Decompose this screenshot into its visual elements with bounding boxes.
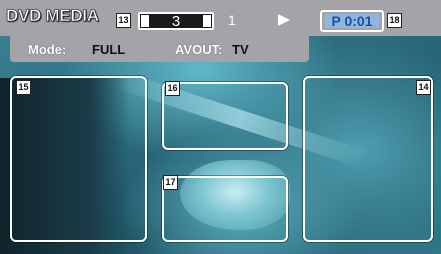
title-number: 3 <box>171 13 181 30</box>
time-prefix: P <box>331 13 341 29</box>
play-icon <box>278 14 290 26</box>
play-time-display[interactable]: P 0:01 <box>320 10 384 32</box>
chapter-number: 1 <box>228 12 236 28</box>
play-time-text: P 0:01 <box>325 14 379 28</box>
dvd-media-screen: DVD MEDIA 13 3 1 P 0:01 18 Mode: FULL AV… <box>0 0 441 254</box>
avout-value[interactable]: TV <box>232 42 249 57</box>
callout-time-display: 18 <box>387 13 402 28</box>
mode-info-bar: Mode: FULL AVOUT: TV <box>10 36 309 62</box>
source-title: DVD MEDIA <box>6 6 100 26</box>
center-top-touch-zone[interactable] <box>162 82 288 150</box>
callout-right-zone: 14 <box>416 80 431 95</box>
avout-label: AVOUT: <box>175 42 223 57</box>
mode-label: Mode: <box>28 42 67 57</box>
mode-value[interactable]: FULL <box>92 42 125 57</box>
left-touch-zone[interactable] <box>10 76 147 242</box>
title-field-right-cap <box>203 15 211 27</box>
callout-left-zone: 15 <box>16 80 31 95</box>
play-time-inner: P 0:01 <box>325 14 379 28</box>
right-touch-zone[interactable] <box>303 76 433 242</box>
title-number-field[interactable]: 3 <box>138 12 214 30</box>
top-status-bar: DVD MEDIA 13 3 1 P 0:01 18 <box>0 0 441 36</box>
callout-center-top-zone: 16 <box>165 81 180 96</box>
center-bottom-touch-zone[interactable] <box>162 176 288 242</box>
callout-center-bottom-zone: 17 <box>163 175 178 190</box>
time-value: 0:01 <box>344 13 373 29</box>
callout-title-field: 13 <box>116 13 131 28</box>
